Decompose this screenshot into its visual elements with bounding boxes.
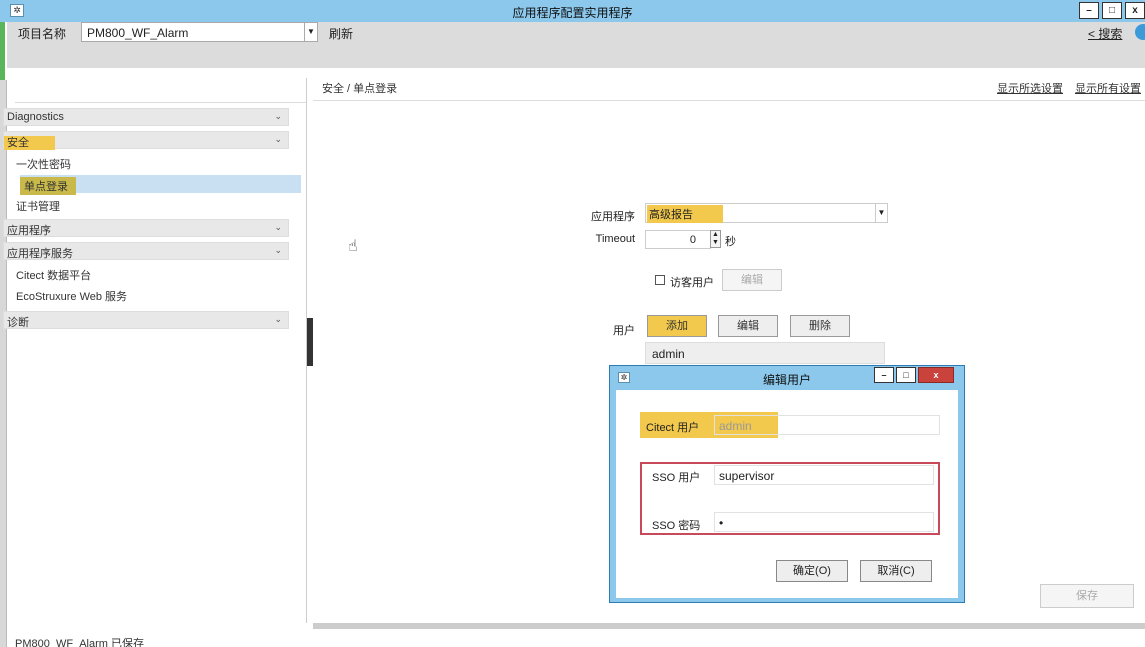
guest-edit-button[interactable]: 编辑 [722, 269, 782, 291]
show-all-settings-link[interactable]: 显示所有设置 [1075, 80, 1141, 96]
edit-user-dialog: ✲ 编辑用户 – □ x Citect 用户 admin SSO 用户 supe… [609, 365, 965, 603]
sidebar-group-app-services[interactable]: 应用程序服务 ⌄ [3, 242, 289, 260]
chevron-down-icon: ⌄ [274, 314, 282, 324]
sidebar-item-label: 单点登录 [20, 177, 76, 195]
list-item[interactable]: admin [645, 342, 885, 364]
application-label: 应用程序 [591, 211, 635, 223]
sidebar-item-label: 诊断 [7, 317, 29, 329]
window-edge-panel [0, 80, 7, 647]
show-selected-settings-link[interactable]: 显示所选设置 [997, 80, 1063, 96]
project-label: 项目名称 [18, 27, 67, 41]
maximize-button[interactable]: □ [1102, 2, 1122, 19]
sso-password-input[interactable]: • [714, 512, 934, 532]
stepper-icon[interactable]: ▲ ▼ [710, 230, 721, 248]
sidebar-item-certificates[interactable]: 证书管理 [8, 196, 278, 214]
sidebar-item-citect-data-platform[interactable]: Citect 数据平台 [8, 265, 278, 283]
save-button[interactable]: 保存 [1040, 584, 1134, 608]
sidebar-item-label: EcoStruxure Web 服务 [16, 291, 128, 303]
sidebar-group-diagnostics[interactable]: Diagnostics ⌄ [3, 108, 289, 126]
search-link[interactable]: < 搜索 [1088, 25, 1122, 42]
delete-user-button[interactable]: 删除 [790, 315, 850, 337]
window-title: 应用程序配置实用程序 [512, 6, 633, 20]
users-label: 用户 [613, 325, 635, 337]
sidebar-item-label: Citect 数据平台 [16, 270, 92, 282]
status-text: PM800_WF_Alarm 已保存 [15, 638, 144, 647]
sidebar-header [15, 78, 306, 103]
sidebar-group-applications[interactable]: 应用程序 ⌄ [3, 219, 289, 237]
dialog-body: Citect 用户 admin SSO 用户 supervisor SSO 密码… [616, 390, 958, 598]
sidebar-group-diagnosis[interactable]: 诊断 ⌄ [3, 311, 289, 329]
chevron-down-icon: ⌄ [274, 245, 282, 255]
sidebar-item-otp[interactable]: 一次性密码 [8, 154, 278, 172]
cancel-button[interactable]: 取消(C) [860, 560, 932, 582]
guest-user-checkbox[interactable] [655, 275, 665, 285]
timeout-label: Timeout [595, 233, 635, 245]
project-value: PM800_WF_Alarm [87, 26, 189, 40]
chevron-down-icon[interactable]: ▼ [875, 204, 887, 222]
sidebar-item-label: 证书管理 [16, 201, 60, 213]
dialog-close-button[interactable]: x [918, 367, 954, 383]
dialog-minimize-button[interactable]: – [874, 367, 894, 383]
close-button[interactable]: x [1125, 2, 1145, 19]
sidebar-item-label: 应用程序 [7, 225, 51, 237]
sso-user-label: SSO 用户 [652, 472, 701, 484]
help-icon[interactable] [1135, 24, 1145, 40]
sso-user-input[interactable]: supervisor [714, 465, 934, 485]
chevron-down-icon: ⌄ [274, 111, 282, 121]
application-value: 高级报告 [647, 205, 723, 223]
timeout-unit: 秒 [725, 236, 736, 248]
divider [313, 100, 1145, 101]
title-bar: ✲ 应用程序配置实用程序 – □ x [0, 0, 1145, 22]
chevron-down-icon: ⌄ [274, 134, 282, 144]
sidebar-group-security[interactable]: 安全 ⌄ [3, 131, 289, 150]
guest-user-label: 访客用户 [670, 277, 714, 289]
sidebar-item-ecostruxure-web[interactable]: EcoStruxure Web 服务 [8, 286, 278, 304]
project-select[interactable]: PM800_WF_Alarm ▼ [81, 22, 318, 42]
application-select[interactable]: 高级报告 ▼ [645, 203, 888, 223]
sidebar-item-label: Diagnostics [7, 111, 64, 123]
citect-user-label: Citect 用户 [646, 422, 700, 434]
edit-user-button[interactable]: 编辑 [718, 315, 778, 337]
chevron-down-icon: ⌄ [274, 222, 282, 232]
sidebar-item-label: 安全 [4, 136, 55, 150]
refresh-button[interactable]: 刷新 [329, 25, 353, 42]
citect-user-field: admin [714, 415, 940, 435]
sso-password-label: SSO 密码 [652, 520, 701, 532]
ok-button[interactable]: 确定(O) [776, 560, 848, 582]
breadcrumb: 安全 / 单点登录 [322, 83, 398, 95]
dialog-maximize-button[interactable]: □ [896, 367, 916, 383]
sidebar-item-sso[interactable]: 单点登录 [20, 175, 301, 195]
sidebar-item-label: 应用程序服务 [7, 248, 73, 260]
hand-cursor-icon: ☝ [348, 238, 358, 255]
chevron-down-icon[interactable]: ▼ [304, 22, 318, 42]
minimize-button[interactable]: – [1079, 2, 1099, 19]
sidebar-item-label: 一次性密码 [16, 159, 71, 171]
timeout-input[interactable]: 0 [645, 230, 711, 249]
status-separator [313, 623, 1145, 629]
add-user-button[interactable]: 添加 [647, 315, 707, 337]
